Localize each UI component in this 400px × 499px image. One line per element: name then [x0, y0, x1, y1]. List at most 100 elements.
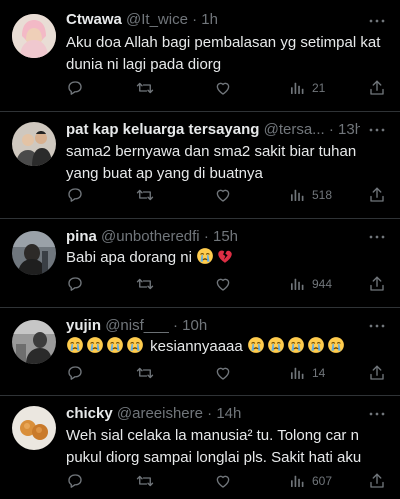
- crying-face-emoji-icon: [287, 336, 305, 354]
- retweet-button[interactable]: [136, 471, 154, 491]
- reply-button[interactable]: [66, 471, 84, 491]
- user-handle[interactable]: @areeishere: [117, 405, 203, 422]
- views-button[interactable]: 607: [288, 471, 332, 491]
- like-icon: [216, 278, 230, 291]
- avatar[interactable]: [12, 14, 56, 58]
- crying-face-emoji-icon: [196, 247, 214, 265]
- views-icon: [291, 367, 304, 379]
- share-icon: [370, 187, 384, 202]
- like-button[interactable]: [214, 274, 232, 294]
- tweet-item[interactable]: Ctwawa @It_wice · 1h Aku doa Allah bagi …: [0, 0, 400, 112]
- retweet-button[interactable]: [136, 78, 154, 98]
- crying-face-emoji-icon: [307, 336, 325, 354]
- display-name[interactable]: pat kap keluarga tersayang: [66, 121, 259, 138]
- user-handle[interactable]: @nisf___: [105, 317, 169, 334]
- action-bar: 21: [66, 78, 388, 98]
- tweet-content: Babi apa dorang ni: [66, 247, 386, 269]
- more-options-icon[interactable]: [368, 228, 386, 246]
- avatar[interactable]: [12, 406, 56, 450]
- views-button[interactable]: 14: [288, 363, 325, 383]
- reply-button[interactable]: [66, 363, 84, 383]
- tweet-item[interactable]: yujin @nisf___ · 10h kesiannyaaaa 14: [0, 308, 400, 396]
- views-count: 944: [312, 277, 333, 291]
- display-name[interactable]: yujin: [66, 317, 101, 334]
- share-button[interactable]: [368, 185, 386, 205]
- action-bar: 14: [66, 363, 388, 383]
- like-button[interactable]: [214, 78, 232, 98]
- timestamp[interactable]: 1h: [201, 11, 218, 28]
- tweet-item[interactable]: chicky @areeishere · 14h Weh sial celaka…: [0, 396, 400, 499]
- reply-icon: [68, 366, 82, 380]
- separator-dot: ·: [207, 405, 213, 422]
- tweet-item[interactable]: pat kap keluarga tersayang @tersa... · 1…: [0, 112, 400, 219]
- retweet-button[interactable]: [136, 363, 154, 383]
- views-count: 14: [312, 366, 326, 380]
- more-options-icon[interactable]: [368, 317, 386, 335]
- retweet-icon: [136, 475, 154, 487]
- action-bar: 607: [66, 471, 388, 491]
- avatar[interactable]: [12, 320, 56, 364]
- separator-dot: ·: [328, 121, 334, 138]
- tweet-item[interactable]: pina @unbotheredfi · 15h Babi apa dorang…: [0, 219, 400, 308]
- share-icon: [370, 276, 384, 291]
- share-icon: [370, 365, 384, 380]
- action-bar: 944: [66, 274, 388, 294]
- display-name[interactable]: chicky: [66, 405, 113, 422]
- timestamp[interactable]: 10h: [182, 317, 207, 334]
- user-handle[interactable]: @tersa...: [264, 121, 325, 138]
- timestamp[interactable]: 15h: [213, 228, 238, 245]
- more-options-icon[interactable]: [368, 405, 386, 423]
- display-name[interactable]: Ctwawa: [66, 11, 122, 28]
- crying-face-emoji-icon: [267, 336, 285, 354]
- tweet-text: Weh sial celaka la manusia² tu. Tolong c…: [66, 427, 362, 466]
- retweet-icon: [136, 367, 154, 379]
- separator-dot: ·: [172, 317, 178, 334]
- reply-icon: [68, 188, 82, 202]
- display-name[interactable]: pina: [66, 228, 97, 245]
- retweet-icon: [136, 82, 154, 94]
- share-icon: [370, 473, 384, 488]
- share-icon: [370, 80, 384, 95]
- tweet-header: pat kap keluarga tersayang @tersa... · 1…: [66, 120, 360, 140]
- tweet-text: Aku doa Allah bagi pembalasan yg setimpa…: [66, 34, 381, 73]
- avatar[interactable]: [12, 231, 56, 275]
- retweet-button[interactable]: [136, 274, 154, 294]
- separator-dot: ·: [192, 11, 198, 28]
- views-icon: [291, 82, 304, 94]
- tweet-header: yujin @nisf___ · 10h: [66, 316, 360, 336]
- views-count: 607: [312, 474, 333, 488]
- like-button[interactable]: [214, 471, 232, 491]
- retweet-button[interactable]: [136, 185, 154, 205]
- timestamp[interactable]: 14h: [216, 405, 241, 422]
- crying-face-emoji-icon: [86, 336, 104, 354]
- retweet-icon: [136, 278, 154, 290]
- share-button[interactable]: [368, 471, 386, 491]
- avatar[interactable]: [12, 122, 56, 166]
- user-handle[interactable]: @It_wice: [126, 11, 188, 28]
- like-icon: [216, 189, 230, 202]
- crying-face-emoji-icon: [106, 336, 124, 354]
- share-button[interactable]: [368, 363, 386, 383]
- tweet-text: sama2 bernyawa dan sma2 sakit biar tuhan…: [66, 143, 357, 182]
- share-button[interactable]: [368, 274, 386, 294]
- reply-icon: [68, 277, 82, 291]
- more-options-icon[interactable]: [368, 12, 386, 30]
- reply-button[interactable]: [66, 274, 84, 294]
- timestamp[interactable]: 13h: [338, 121, 360, 138]
- views-button[interactable]: 21: [288, 78, 325, 98]
- views-button[interactable]: 518: [288, 185, 332, 205]
- tweet-content: kesiannyaaaa: [66, 336, 386, 358]
- like-button[interactable]: [214, 363, 232, 383]
- broken-heart-emoji-icon: [218, 250, 232, 263]
- views-icon: [291, 278, 304, 290]
- views-button[interactable]: 944: [288, 274, 332, 294]
- like-button[interactable]: [214, 185, 232, 205]
- more-options-icon[interactable]: [368, 121, 386, 139]
- reply-button[interactable]: [66, 78, 84, 98]
- views-icon: [291, 475, 304, 487]
- reply-button[interactable]: [66, 185, 84, 205]
- share-button[interactable]: [368, 78, 386, 98]
- views-count: 518: [312, 188, 333, 202]
- user-handle[interactable]: @unbotheredfi: [101, 228, 200, 245]
- reply-icon: [68, 474, 82, 488]
